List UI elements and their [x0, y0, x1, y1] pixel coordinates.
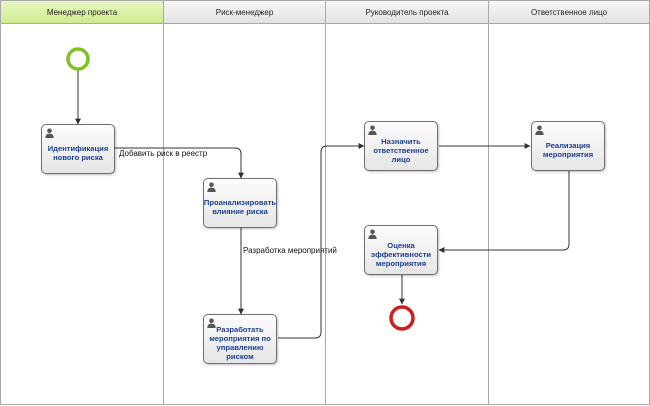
flow-implement-to-evaluate[interactable] — [438, 171, 570, 253]
task-assign-responsible[interactable]: Назначить ответственное лицо — [364, 121, 438, 171]
task-label: Проанализировать влияние риска — [203, 198, 277, 216]
task-evaluate-effectiveness[interactable]: Оценка эффективности мероприятия — [364, 225, 438, 275]
task-identify-new-risk[interactable]: Идентификация нового риска — [41, 124, 115, 174]
task-label: Оценка эффективности мероприятия — [370, 240, 432, 268]
start-event[interactable] — [66, 47, 90, 71]
flow-label-add-to-registry: Добавить риск в реестр — [119, 149, 208, 158]
task-label: Назначить ответственное лицо — [373, 136, 429, 164]
task-analyze-risk-impact[interactable]: Проанализировать влияние риска — [203, 178, 277, 228]
process-diagram: Менеджер проекта Риск-менеджер Руководит… — [0, 0, 650, 406]
connectors-layer — [66, 47, 570, 339]
task-develop-risk-actions[interactable]: Разработать мероприятия по управлению ри… — [203, 314, 277, 364]
flow-label-develop-actions: Разработка мероприятий — [243, 246, 337, 255]
task-label: Разработать мероприятия по управлению ри… — [209, 325, 271, 361]
flow-develop-to-assign[interactable] — [278, 143, 365, 339]
end-event[interactable] — [389, 305, 415, 331]
task-label: Идентификация нового риска — [47, 144, 109, 162]
task-label: Реализация мероприятия — [542, 141, 594, 159]
task-implement-action[interactable]: Реализация мероприятия — [531, 121, 605, 171]
